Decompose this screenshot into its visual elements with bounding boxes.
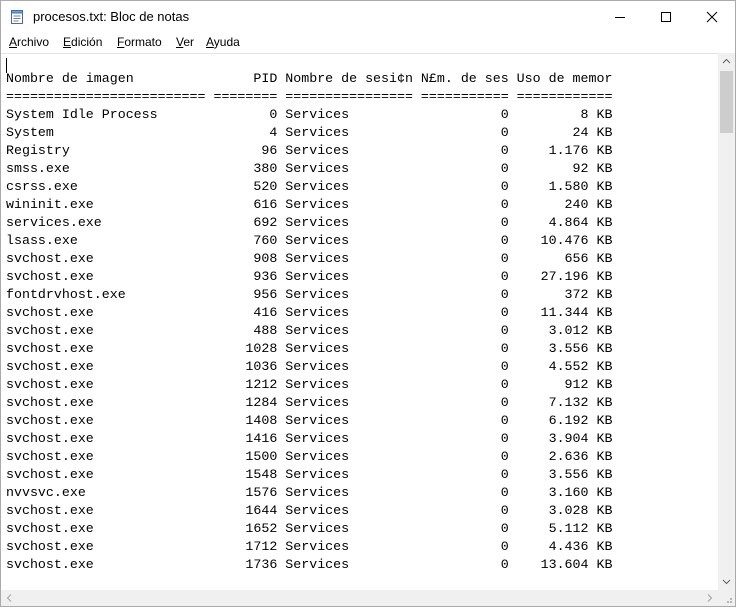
menu-archivo[interactable]: Archivo (9, 35, 49, 49)
scroll-right-button[interactable] (701, 590, 718, 606)
process-line: csrss.exe 520 Services 0 1.580 KB (6, 179, 613, 194)
process-line: System Idle Process 0 Services 0 8 KB (6, 107, 613, 122)
process-line: System 4 Services 0 24 KB (6, 125, 613, 140)
close-button[interactable] (689, 1, 735, 32)
process-line: svchost.exe 488 Services 0 3.012 KB (6, 323, 613, 338)
arrow-down-icon (722, 579, 731, 585)
process-line: svchost.exe 1548 Services 0 3.556 KB (6, 467, 613, 482)
process-line: Registry 96 Services 0 1.176 KB (6, 143, 613, 158)
menu-edicion-label: dición (71, 35, 103, 49)
horizontal-scrollbar[interactable] (1, 590, 718, 606)
vertical-scrollbar[interactable] (718, 53, 735, 590)
scroll-down-button[interactable] (718, 573, 735, 590)
notepad-icon (9, 9, 25, 25)
scroll-left-button[interactable] (1, 590, 18, 606)
menu-ver[interactable]: Ver (176, 35, 194, 49)
menu-ayuda-label: yuda (213, 35, 240, 49)
header-line: Nombre de imagen PID Nombre de sesi¢n N£… (6, 71, 613, 86)
process-line: services.exe 692 Services 0 4.864 KB (6, 215, 613, 230)
menu-edicion[interactable]: Edición (63, 35, 102, 49)
process-line: svchost.exe 908 Services 0 656 KB (6, 251, 613, 266)
maximize-button[interactable] (643, 1, 689, 32)
menu-ayuda[interactable]: Ayuda (206, 35, 240, 49)
process-line: svchost.exe 1212 Services 0 912 KB (6, 377, 613, 392)
notepad-window: procesos.txt: Bloc de notas Archivo Edic… (0, 0, 736, 607)
process-line: svchost.exe 1036 Services 0 4.552 KB (6, 359, 613, 374)
grip-icon (727, 598, 732, 603)
process-line: fontdrvhost.exe 956 Services 0 372 KB (6, 287, 613, 302)
process-line: svchost.exe 1644 Services 0 3.028 KB (6, 503, 613, 518)
menu-formato[interactable]: Formato (117, 35, 162, 49)
maximize-icon (661, 12, 671, 22)
process-line: svchost.exe 1736 Services 0 13.604 KB (6, 557, 613, 572)
menu-archivo-label: rchivo (17, 35, 50, 49)
window-title: procesos.txt: Bloc de notas (33, 9, 190, 24)
menu-ver-label: er (183, 35, 195, 49)
resize-grip[interactable] (718, 590, 735, 606)
process-line: lsass.exe 760 Services 0 10.476 KB (6, 233, 613, 248)
scroll-thumb[interactable] (720, 71, 733, 133)
process-line: smss.exe 380 Services 0 92 KB (6, 161, 613, 176)
process-line: svchost.exe 1284 Services 0 7.132 KB (6, 395, 613, 410)
menu-bar: Archivo Edición Formato Ver Ayuda (1, 32, 735, 52)
menu-edicion-mnemonic: E (63, 35, 72, 49)
process-line: svchost.exe 1408 Services 0 6.192 KB (6, 413, 613, 428)
process-line: svchost.exe 1500 Services 0 2.636 KB (6, 449, 613, 464)
process-line: nvvsvc.exe 1576 Services 0 3.160 KB (6, 485, 613, 500)
process-line: svchost.exe 936 Services 0 27.196 KB (6, 269, 613, 284)
close-icon (706, 11, 718, 23)
minimize-button[interactable] (597, 1, 643, 32)
menu-archivo-mnemonic: A (9, 35, 18, 49)
arrow-right-icon (707, 594, 713, 602)
process-line: svchost.exe 1712 Services 0 4.436 KB (6, 539, 613, 554)
title-bar[interactable]: procesos.txt: Bloc de notas (1, 1, 735, 32)
menu-ayuda-mnemonic: A (206, 35, 214, 49)
process-line: svchost.exe 1416 Services 0 3.904 KB (6, 431, 613, 446)
process-line: svchost.exe 1652 Services 0 5.112 KB (6, 521, 613, 536)
minimize-icon (615, 17, 625, 18)
process-line: svchost.exe 1028 Services 0 3.556 KB (6, 341, 613, 356)
scroll-up-button[interactable] (718, 53, 735, 70)
text-editor[interactable]: Nombre de imagen PID Nombre de sesi¢n N£… (1, 53, 718, 591)
arrow-left-icon (6, 594, 12, 602)
separator-line: ========================= ======== =====… (6, 89, 613, 104)
process-line: wininit.exe 616 Services 0 240 KB (6, 197, 613, 212)
menu-formato-label: ormato (124, 35, 162, 49)
arrow-up-icon (722, 58, 731, 64)
process-line: svchost.exe 416 Services 0 11.344 KB (6, 305, 613, 320)
